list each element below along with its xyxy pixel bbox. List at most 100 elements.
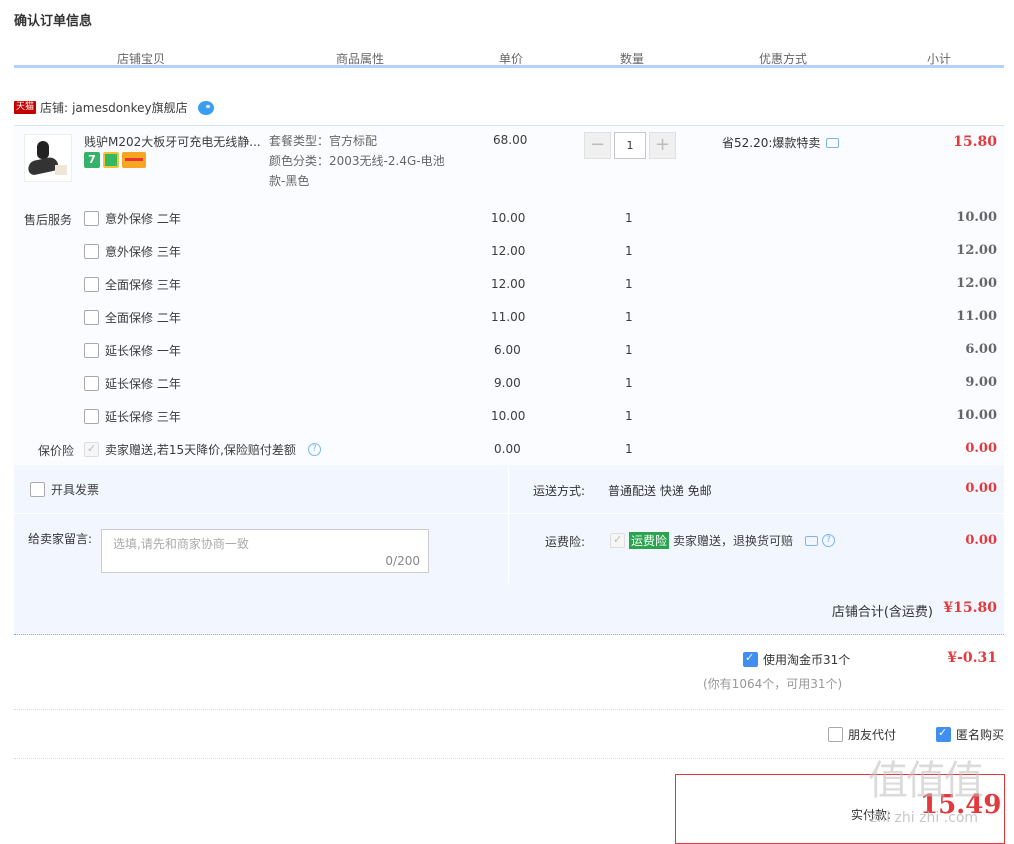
service-price: 11.00: [491, 310, 526, 324]
service-name: 意外保修 三年: [105, 245, 181, 259]
quantity-stepper: − 1 +: [584, 132, 676, 159]
header-attributes: 商品属性: [335, 52, 384, 66]
service-name: 延长保修 二年: [105, 377, 181, 391]
product-subtotal: 15.80: [953, 134, 997, 150]
header-discount: 优惠方式: [758, 52, 807, 66]
service-name: 延长保修 三年: [105, 410, 181, 424]
sku-color-cont: 款-黑色: [269, 174, 310, 188]
seven-day-return-icon[interactable]: 7: [84, 152, 100, 168]
promotion: 省52.20:爆款特卖: [722, 134, 840, 151]
price-protect-price: 0.00: [494, 442, 521, 456]
product-thumbnail[interactable]: [24, 134, 72, 182]
service-option[interactable]: 全面保修 二年: [84, 309, 181, 326]
product-name-link[interactable]: 贱驴M202大板牙可充电无线静...: [84, 133, 260, 150]
freight-insurance-tag: 运费险: [629, 532, 670, 549]
product-unit-price: 68.00: [493, 133, 528, 147]
service-subtotal: 12.00: [956, 243, 997, 258]
coin-label: 使用淘金币31个: [763, 653, 851, 667]
service-subtotal: 9.00: [965, 375, 997, 390]
message-textarea[interactable]: 选填,请先和商家协商一致 0/200: [101, 529, 429, 573]
service-checkbox[interactable]: [84, 310, 99, 325]
invoice-checkbox[interactable]: [30, 482, 45, 497]
divider: [14, 758, 1004, 759]
service-checkbox[interactable]: [84, 376, 99, 391]
service-qty: 1: [625, 409, 633, 423]
table-header: 店铺宝贝 商品属性 单价 数量 优惠方式 小计: [14, 46, 1004, 68]
freight-insurance-label: 运费险:: [545, 535, 586, 549]
coin-checkbox[interactable]: [743, 651, 758, 667]
message-icon[interactable]: [805, 535, 819, 546]
invoice-option[interactable]: 开具发票: [30, 481, 99, 498]
freight-insurance-text: 卖家赠送，退换货可赔: [673, 534, 794, 548]
sku-type: 套餐类型：官方标配: [269, 134, 378, 148]
service-price: 10.00: [491, 409, 526, 423]
service-checkbox[interactable]: [84, 277, 99, 292]
service-qty: 1: [625, 376, 633, 390]
shop-label: 店铺:: [40, 101, 69, 115]
shipping-subtotal: 0.00: [965, 481, 997, 496]
watermark-logo: 值值值: [868, 758, 984, 804]
friend-pay-checkbox[interactable]: [828, 727, 843, 742]
credit-card-icon[interactable]: [122, 152, 146, 168]
price-protect-label: 保价险: [38, 444, 75, 458]
service-name: 全面保修 三年: [105, 278, 181, 292]
quantity-input[interactable]: 1: [614, 132, 646, 159]
freight-insurance-subtotal: 0.00: [965, 533, 997, 548]
message-placeholder: 选填,请先和商家协商一致: [113, 537, 249, 551]
price-protect-qty: 1: [625, 442, 633, 456]
service-price: 6.00: [494, 343, 521, 357]
service-price: 12.00: [491, 277, 526, 291]
anonymous-checkbox[interactable]: [936, 726, 951, 742]
page-title: 确认订单信息: [14, 14, 93, 29]
friend-pay-option[interactable]: 朋友代付: [828, 726, 896, 743]
service-option[interactable]: 延长保修 二年: [84, 375, 181, 392]
anonymous-purchase-option[interactable]: 匿名购买: [936, 726, 1004, 743]
after-sales-label: 售后服务: [24, 213, 73, 227]
shipping-label: 运送方式:: [533, 484, 586, 498]
message-icon[interactable]: [826, 137, 840, 148]
increase-button[interactable]: +: [649, 132, 676, 159]
help-icon[interactable]: ?: [307, 443, 321, 456]
service-name: 意外保修 二年: [105, 212, 181, 226]
shop-total-label: 店铺合计(含运费): [831, 605, 933, 620]
wangwang-chat-icon[interactable]: [197, 100, 214, 115]
shield-icon[interactable]: [103, 152, 119, 168]
service-option[interactable]: 延长保修 一年: [84, 342, 181, 359]
freight-insurance-option: 运费险 卖家赠送，退换货可赔 ?: [610, 532, 836, 549]
service-subtotal: 12.00: [956, 276, 997, 291]
service-name: 全面保修 二年: [105, 311, 181, 325]
service-subtotal: 11.00: [956, 309, 997, 324]
service-qty: 1: [625, 211, 633, 225]
tmall-icon: 天猫: [14, 101, 37, 114]
price-protect-option: 卖家赠送,若15天降价,保险赔付差额 ?: [84, 441, 321, 458]
coin-availability: (你有1064个，可用31个): [703, 677, 843, 691]
product-badges: 7: [84, 152, 146, 168]
service-subtotal: 6.00: [965, 342, 997, 357]
service-checkbox[interactable]: [84, 409, 99, 424]
help-icon[interactable]: ?: [822, 534, 836, 547]
price-protect-checkbox: [84, 442, 99, 457]
service-option[interactable]: 意外保修 三年: [84, 243, 181, 260]
service-price: 9.00: [494, 376, 521, 390]
divider: [508, 467, 509, 583]
service-qty: 1: [625, 277, 633, 291]
service-checkbox[interactable]: [84, 244, 99, 259]
service-option[interactable]: 延长保修 三年: [84, 408, 181, 425]
promotion-text: 省52.20:爆款特卖: [722, 136, 821, 150]
service-price: 12.00: [491, 244, 526, 258]
price-protect-text: 卖家赠送,若15天降价,保险赔付差额: [105, 443, 296, 457]
service-option[interactable]: 意外保修 二年: [84, 210, 181, 227]
service-checkbox[interactable]: [84, 211, 99, 226]
header-quantity: 数量: [619, 52, 644, 66]
header-shop-item: 店铺宝贝: [116, 52, 165, 66]
service-name: 延长保修 一年: [105, 344, 181, 358]
freight-insurance-checkbox: [610, 533, 625, 548]
shop-name-link[interactable]: jamesdonkey旗舰店: [72, 99, 188, 116]
message-char-count: 0/200: [385, 554, 420, 568]
shop-total-value: ¥15.80: [943, 600, 997, 616]
price-protect-subtotal: 0.00: [965, 441, 997, 456]
service-option[interactable]: 全面保修 三年: [84, 276, 181, 293]
decrease-button[interactable]: −: [584, 132, 611, 159]
taobao-coin-option[interactable]: 使用淘金币31个: [743, 651, 850, 668]
service-checkbox[interactable]: [84, 343, 99, 358]
